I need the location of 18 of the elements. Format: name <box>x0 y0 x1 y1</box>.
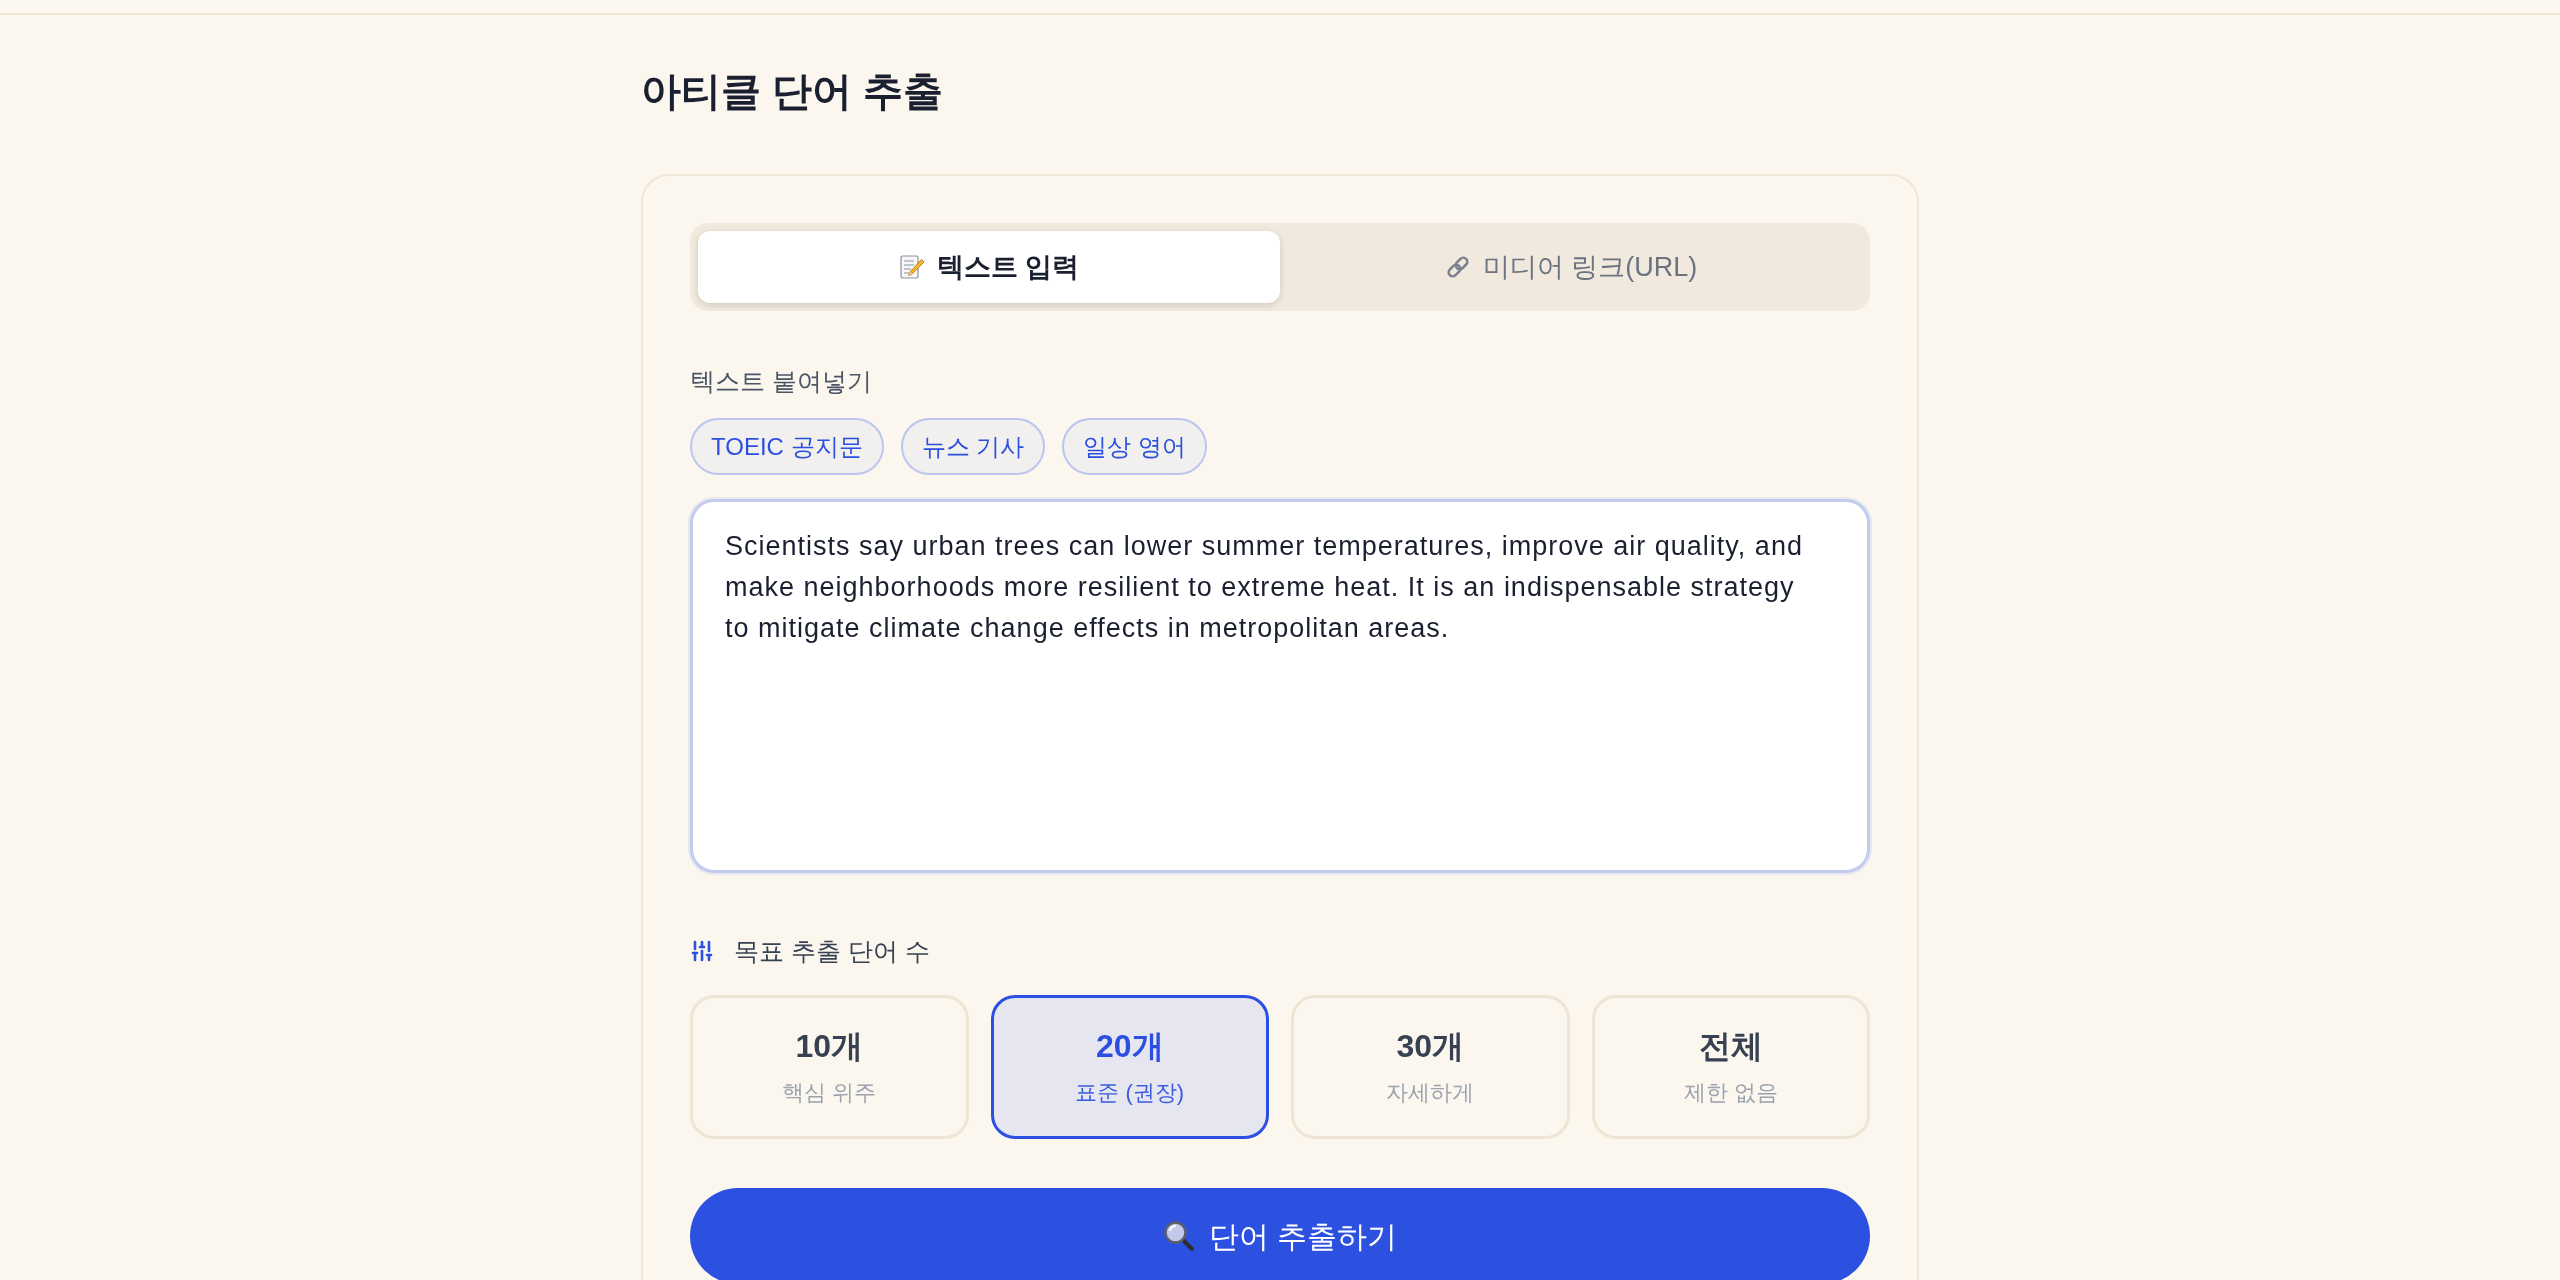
sample-chip[interactable]: 일상 영어 <box>1062 418 1207 475</box>
sliders-icon <box>690 939 714 963</box>
tab[interactable]: 미디어 링크(URL) <box>1280 231 1862 303</box>
section-label: 텍스트 붙여넣기 <box>690 366 872 396</box>
text-input-field[interactable]: Scientists say urban trees can lower summer temperatures, improve air quality, and make neighborhoods more resilient to extreme heat. It is an indispensable strategy to mitigate climate change effects in metropolitan areas. <box>690 499 1870 873</box>
search-icon <box>1162 1220 1195 1252</box>
word-count-option[interactable]: 전체 제한 없음 <box>1591 995 1870 1139</box>
sample-chip[interactable]: TOEIC 공지문 <box>690 418 884 475</box>
word-count-option[interactable]: 10개 핵심 위주 <box>690 995 969 1139</box>
page-title: 아티클 단어 추출 <box>641 68 944 115</box>
memo-icon <box>898 254 925 280</box>
link-icon <box>1444 254 1471 280</box>
extract-button[interactable]: 단어 추출하기 <box>690 1188 1870 1280</box>
sample-chip[interactable]: 뉴스 기사 <box>900 418 1046 475</box>
tab[interactable]: 텍스트 입력 <box>698 231 1280 303</box>
word-count-option[interactable]: 30개 자세하게 <box>1291 995 1570 1139</box>
section-label: 목표 추출 단어 수 <box>734 936 930 966</box>
word-count-option[interactable]: 20개 표준 (권장) <box>990 995 1269 1139</box>
